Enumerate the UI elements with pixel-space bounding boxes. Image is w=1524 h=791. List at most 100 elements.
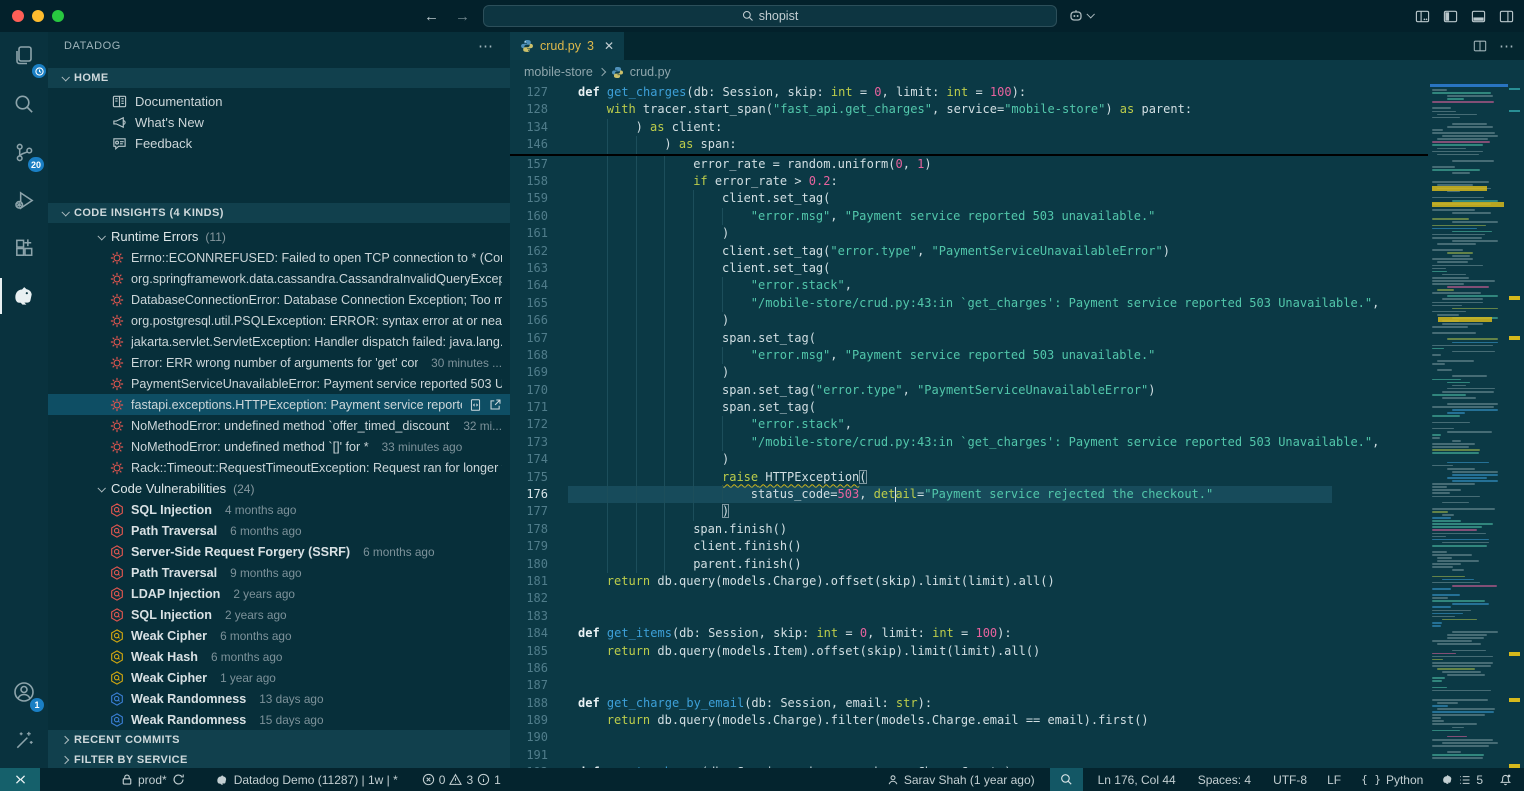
breadcrumb-file[interactable]: crud.py bbox=[630, 65, 671, 79]
toggle-primary-sidebar-icon[interactable] bbox=[1443, 9, 1458, 24]
code-line-172[interactable]: 172"error.stack", bbox=[510, 416, 1428, 433]
editor-more-actions-icon[interactable]: ⋯ bbox=[1499, 37, 1514, 55]
copilot-menu[interactable] bbox=[1068, 5, 1093, 27]
runtime-error-item[interactable]: Rack::Timeout::RequestTimeoutException: … bbox=[48, 457, 510, 478]
code-line-127[interactable]: 127def get_charges(db: Session, skip: in… bbox=[510, 84, 1428, 101]
runtime-error-item[interactable]: NoMethodError: undefined method `offer_t… bbox=[48, 415, 510, 436]
code-line-160[interactable]: 160"error.msg", "Payment service reporte… bbox=[510, 208, 1428, 225]
code-line-184[interactable]: 184def get_items(db: Session, skip: int … bbox=[510, 625, 1428, 642]
close-tab-icon[interactable]: ✕ bbox=[604, 39, 614, 53]
code-line-158[interactable]: 158if error_rate > 0.2: bbox=[510, 173, 1428, 190]
code-line-185[interactable]: 185return db.query(models.Item).offset(s… bbox=[510, 643, 1428, 660]
sidebar-item-datadog[interactable] bbox=[0, 272, 48, 320]
cursor-position-status[interactable]: Ln 176, Col 44 bbox=[1091, 768, 1183, 791]
section-home[interactable]: HOME bbox=[48, 68, 510, 88]
accounts-button[interactable]: 1 bbox=[0, 668, 48, 716]
sidebar-item-run-debug[interactable] bbox=[0, 176, 48, 224]
encoding-status[interactable]: UTF-8 bbox=[1266, 768, 1314, 791]
wand-button[interactable] bbox=[0, 716, 48, 764]
back-icon[interactable]: ← bbox=[424, 8, 439, 25]
customize-layout-icon[interactable] bbox=[1415, 9, 1430, 24]
breadcrumb[interactable]: mobile-store crud.py bbox=[510, 60, 1524, 84]
sidebar-item-search[interactable] bbox=[0, 80, 48, 128]
command-search-input[interactable]: shopist bbox=[483, 5, 1057, 27]
remote-indicator[interactable] bbox=[0, 768, 40, 791]
home-item-documentation[interactable]: Documentation bbox=[48, 91, 510, 112]
sidebar-item-extensions[interactable] bbox=[0, 224, 48, 272]
code-line-165[interactable]: 165"/mobile-store/crud.py:43:in `get_cha… bbox=[510, 295, 1428, 312]
code-line-171[interactable]: 171span.set_tag( bbox=[510, 399, 1428, 416]
toggle-panel-icon[interactable] bbox=[1471, 9, 1486, 24]
branch-status[interactable]: prod* bbox=[114, 768, 192, 791]
code-vulnerabilities-group[interactable]: Code Vulnerabilities (24) bbox=[48, 478, 510, 499]
code-line-170[interactable]: 170span.set_tag("error.type", "PaymentSe… bbox=[510, 382, 1428, 399]
code-line-188[interactable]: 188def get_charge_by_email(db: Session, … bbox=[510, 695, 1428, 712]
datadog-issues-status[interactable]: 5 bbox=[1434, 768, 1490, 791]
code-line-167[interactable]: 167span.set_tag( bbox=[510, 330, 1428, 347]
section-recent-commits[interactable]: RECENT COMMITS bbox=[48, 730, 510, 750]
home-item-what-s-new[interactable]: What's New bbox=[48, 112, 510, 133]
runtime-error-item[interactable]: fastapi.exceptions.HTTPException: Paymen… bbox=[48, 394, 510, 415]
view-code-icon[interactable] bbox=[469, 398, 482, 412]
vulnerability-item[interactable]: Path Traversal6 months ago bbox=[48, 520, 510, 541]
home-item-feedback[interactable]: Feedback bbox=[48, 133, 510, 154]
tab-crud-py[interactable]: crud.py 3 ✕ bbox=[510, 32, 624, 60]
problems-status[interactable]: 0 3 1 bbox=[415, 768, 508, 791]
code-line-177[interactable]: 177) bbox=[510, 503, 1428, 520]
runtime-errors-group[interactable]: Runtime Errors (11) bbox=[48, 226, 510, 247]
maximize-window-icon[interactable] bbox=[52, 10, 64, 22]
code-line-182[interactable]: 182 bbox=[510, 590, 1428, 607]
forward-icon[interactable]: → bbox=[455, 8, 470, 25]
open-external-icon[interactable] bbox=[489, 398, 502, 412]
code-line-173[interactable]: 173"/mobile-store/crud.py:43:in `get_cha… bbox=[510, 434, 1428, 451]
window-controls[interactable] bbox=[12, 10, 64, 22]
minimap[interactable] bbox=[1428, 84, 1506, 768]
code-line-159[interactable]: 159client.set_tag( bbox=[510, 190, 1428, 207]
scrollbar[interactable] bbox=[1506, 84, 1524, 768]
vulnerability-item[interactable]: Weak Randomness13 days ago bbox=[48, 688, 510, 709]
code-line-174[interactable]: 174) bbox=[510, 451, 1428, 468]
section-code-insights[interactable]: CODE INSIGHTS (4 KINDS) bbox=[48, 203, 510, 223]
code-line-178[interactable]: 178span.finish() bbox=[510, 521, 1428, 538]
minimize-window-icon[interactable] bbox=[32, 10, 44, 22]
code-line-169[interactable]: 169) bbox=[510, 364, 1428, 381]
code-line-134[interactable]: 134) as client: bbox=[510, 119, 1428, 136]
runtime-error-item[interactable]: jakarta.servlet.ServletException: Handle… bbox=[48, 331, 510, 352]
vulnerability-item[interactable]: SQL Injection4 months ago bbox=[48, 499, 510, 520]
language-status[interactable]: { } Python bbox=[1354, 768, 1430, 791]
runtime-error-item[interactable]: Error: ERR wrong number of arguments for… bbox=[48, 352, 510, 373]
code-line-146[interactable]: 146) as span: bbox=[510, 136, 1428, 153]
more-actions-icon[interactable]: ⋯ bbox=[478, 37, 494, 55]
code-line-157[interactable]: 157error_rate = random.uniform(0, 1) bbox=[510, 156, 1428, 173]
split-editor-icon[interactable] bbox=[1473, 39, 1487, 53]
runtime-error-item[interactable]: NoMethodError: undefined method `[]' for… bbox=[48, 436, 510, 457]
code-line-179[interactable]: 179client.finish() bbox=[510, 538, 1428, 555]
zoom-button[interactable] bbox=[1050, 768, 1083, 791]
runtime-error-item[interactable]: PaymentServiceUnavailableError: Payment … bbox=[48, 373, 510, 394]
vulnerability-item[interactable]: Weak Cipher6 months ago bbox=[48, 625, 510, 646]
code-line-128[interactable]: 128with tracer.start_span("fast_api.get_… bbox=[510, 101, 1428, 118]
code-line-163[interactable]: 163client.set_tag( bbox=[510, 260, 1428, 277]
code-editor[interactable]: 127def get_charges(db: Session, skip: in… bbox=[510, 84, 1524, 768]
vulnerability-item[interactable]: Weak Cipher1 year ago bbox=[48, 667, 510, 688]
code-line-190[interactable]: 190 bbox=[510, 729, 1428, 746]
section-filter-by-service[interactable]: FILTER BY SERVICE bbox=[48, 750, 510, 768]
vulnerability-item[interactable]: Weak Randomness15 days ago bbox=[48, 709, 510, 730]
notifications-button[interactable] bbox=[1492, 768, 1514, 791]
vulnerability-item[interactable]: SQL Injection2 years ago bbox=[48, 604, 510, 625]
toggle-secondary-sidebar-icon[interactable] bbox=[1499, 9, 1514, 24]
sidebar-item-source-control[interactable]: 20 bbox=[0, 128, 48, 176]
vulnerability-item[interactable]: LDAP Injection2 years ago bbox=[48, 583, 510, 604]
code-line-175[interactable]: 175raise HTTPException( bbox=[510, 469, 1428, 486]
vulnerability-item[interactable]: Server-Side Request Forgery (SSRF)6 mont… bbox=[48, 541, 510, 562]
vulnerability-item[interactable]: Path Traversal9 months ago bbox=[48, 562, 510, 583]
code-line-162[interactable]: 162client.set_tag("error.type", "Payment… bbox=[510, 243, 1428, 260]
code-line-189[interactable]: 189return db.query(models.Charge).filter… bbox=[510, 712, 1428, 729]
runtime-error-item[interactable]: org.springframework.data.cassandra.Cassa… bbox=[48, 268, 510, 289]
vulnerability-item[interactable]: Weak Hash6 months ago bbox=[48, 646, 510, 667]
code-line-161[interactable]: 161) bbox=[510, 225, 1428, 242]
breadcrumb-folder[interactable]: mobile-store bbox=[524, 65, 593, 79]
code-line-191[interactable]: 191 bbox=[510, 747, 1428, 764]
runtime-error-item[interactable]: Errno::ECONNREFUSED: Failed to open TCP … bbox=[48, 247, 510, 268]
close-window-icon[interactable] bbox=[12, 10, 24, 22]
